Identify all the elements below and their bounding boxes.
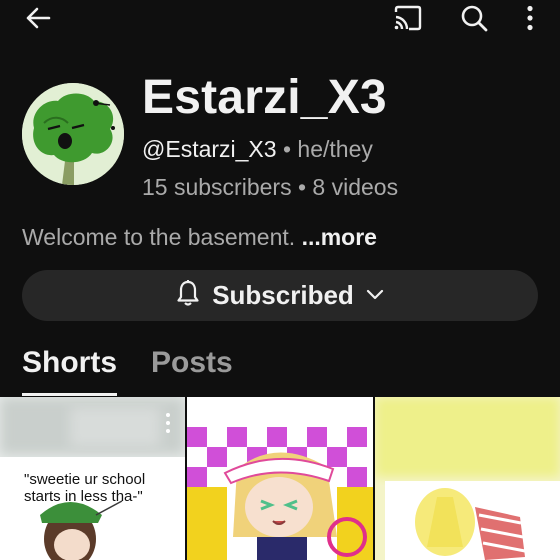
short-thumbnail-1[interactable]: "sweetie ur school starts in less tha-" [0, 397, 185, 560]
search-button[interactable] [456, 2, 492, 34]
chevron-down-icon [366, 287, 384, 305]
cast-icon [393, 5, 423, 31]
channel-handle-line: @Estarzi_X3 • he/they [142, 136, 373, 163]
short-3-image [375, 397, 560, 560]
cast-button[interactable] [390, 2, 426, 34]
subscriber-count: 15 subscribers [142, 174, 292, 200]
channel-avatar[interactable] [22, 83, 124, 185]
separator-dot: • [297, 174, 307, 200]
tab-posts[interactable]: Posts [151, 346, 233, 396]
tab-shorts[interactable]: Shorts [22, 346, 118, 396]
more-link[interactable]: ...more [302, 224, 377, 250]
short-2-image [187, 397, 373, 560]
more-vert-icon [526, 5, 534, 31]
channel-handle: @Estarzi_X3 [142, 136, 277, 162]
subscribed-label: Subscribed [212, 280, 354, 310]
short-more-icon[interactable] [163, 411, 173, 435]
short-1-caption: "sweetie ur school starts in less tha-" [24, 471, 145, 505]
channel-pronouns: he/they [297, 136, 373, 162]
bell-icon [176, 279, 200, 312]
caption-line-2: starts in less tha-" [24, 488, 143, 505]
avatar-image [22, 83, 124, 185]
separator-dot: • [282, 136, 292, 162]
video-count: 8 videos [312, 174, 399, 200]
search-icon [460, 4, 488, 32]
shorts-grid: "sweetie ur school starts in less tha-" [0, 397, 560, 560]
back-button[interactable] [20, 2, 56, 34]
subscribed-button[interactable]: Subscribed [22, 270, 538, 321]
channel-name: Estarzi_X3 [142, 71, 387, 124]
top-app-bar [0, 0, 560, 36]
channel-description[interactable]: Welcome to the basement. ...more [22, 224, 377, 251]
short-thumbnail-2[interactable] [187, 397, 373, 560]
short-thumbnail-3[interactable] [375, 397, 560, 560]
caption-line-1: "sweetie ur school [24, 471, 146, 488]
description-text: Welcome to the basement. [22, 224, 296, 250]
arrow-left-icon [25, 6, 51, 30]
more-options-button[interactable] [512, 2, 548, 34]
channel-stats: 15 subscribers • 8 videos [142, 174, 398, 201]
channel-tabs: Shorts Posts [22, 346, 233, 396]
